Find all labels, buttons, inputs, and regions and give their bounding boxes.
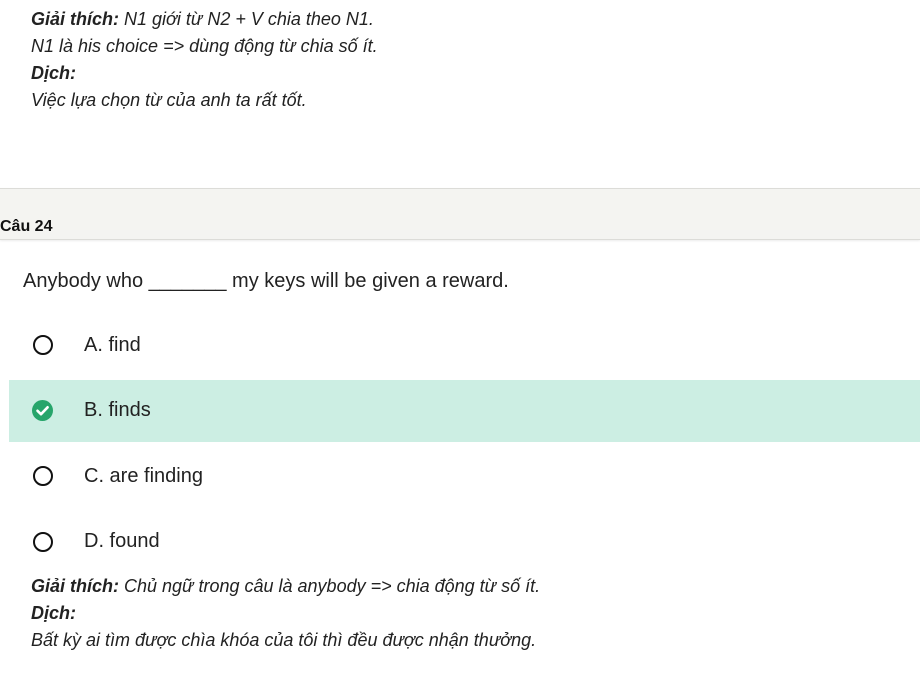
question-explanation: Giải thích: Chủ ngữ trong câu là anybody…	[31, 573, 540, 654]
option-a[interactable]: A. find	[9, 314, 920, 376]
option-c[interactable]: C. are finding	[9, 445, 920, 507]
answer-options: A. find B. finds C. are finding D. found	[9, 314, 920, 576]
check-circle-icon	[32, 400, 53, 421]
previous-explanation: Giải thích: N1 giới từ N2 + V chia theo …	[31, 6, 378, 114]
translation-text: Bất kỳ ai tìm được chìa khóa của tôi thì…	[31, 630, 537, 650]
question-number: Câu 24	[0, 218, 53, 235]
explain-label: Giải thích:	[31, 9, 120, 29]
explain-line: Giải thích: N1 giới từ N2 + V chia theo …	[31, 6, 378, 33]
option-label: C. are finding	[84, 464, 203, 487]
option-label: A. find	[84, 333, 141, 356]
option-d[interactable]: D. found	[9, 511, 920, 573]
translation-text: Việc lựa chọn từ của anh ta rất tốt.	[31, 90, 307, 110]
question-text: Anybody who _______ my keys will be give…	[23, 270, 509, 292]
option-label: D. found	[84, 530, 160, 552]
radio-icon[interactable]	[33, 466, 53, 486]
radio-icon[interactable]	[33, 335, 53, 355]
explain-text: Chủ ngữ trong câu là anybody => chia độn…	[119, 576, 541, 596]
explain-line: Giải thích: Chủ ngữ trong câu là anybody…	[31, 573, 540, 600]
option-b[interactable]: B. finds	[9, 379, 920, 442]
translate-label: Dịch:	[31, 603, 76, 623]
explain-text: N1 giới từ N2 + V chia theo N1.	[119, 9, 374, 29]
question-header: Câu 24	[0, 188, 920, 240]
translate-label: Dịch:	[31, 63, 76, 83]
explain-label: Giải thích:	[31, 576, 120, 596]
radio-icon[interactable]	[33, 531, 53, 552]
option-label: B. finds	[84, 399, 151, 421]
explain-line-2: N1 là his choice => dùng động từ chia số…	[31, 36, 378, 56]
